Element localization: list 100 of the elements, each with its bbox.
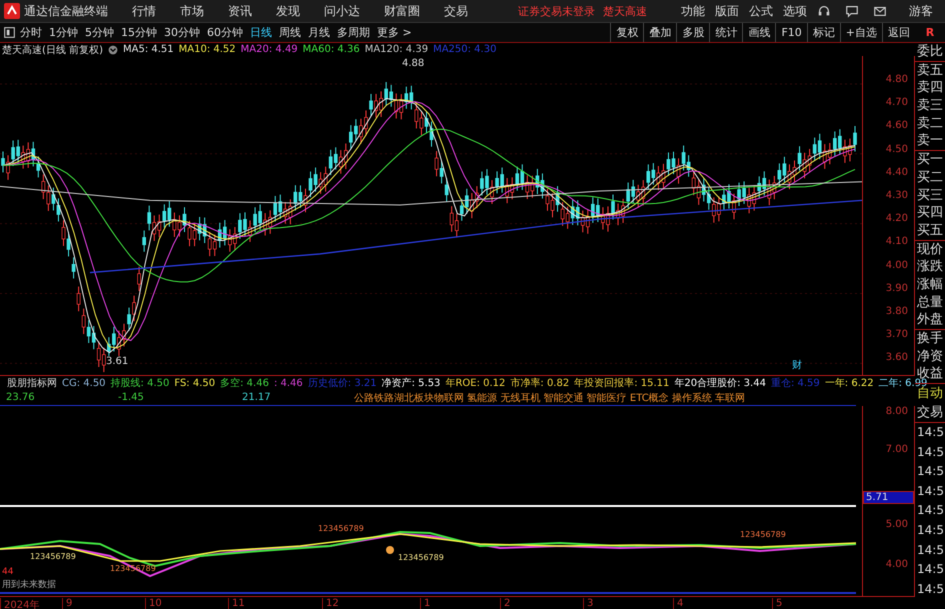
signal-label: 123456789 <box>318 524 364 533</box>
menu-item[interactable]: 财富圈 <box>384 2 420 20</box>
indicator-value: 年投资回报率: 15.11 <box>574 376 670 390</box>
signal-label: 123456789 <box>398 552 444 562</box>
chat-icon[interactable] <box>845 4 859 18</box>
indicator-value: 年20合理股价: 3.44 <box>674 377 766 390</box>
low-price-label: 3.61 <box>106 356 128 367</box>
price-axis-label: 3.60 <box>884 351 909 366</box>
menu-item[interactable]: 版面 <box>715 2 739 20</box>
period-tab[interactable]: 5分钟 <box>85 25 114 40</box>
moving-average-value: MA250: 4.30 <box>433 44 496 55</box>
finance-marker[interactable]: 财 <box>792 358 802 372</box>
moving-average-value: MA60: 4.36 <box>302 44 360 55</box>
indicator-value: -1.45 <box>118 392 145 404</box>
quote-label: 卖三 <box>916 97 944 115</box>
moving-average-value: MA10: 4.52 <box>178 44 236 55</box>
date-axis-label: 12 <box>322 598 339 609</box>
indicator-axis-label: 7.00 <box>886 444 908 455</box>
quote-label: 卖二 <box>916 114 944 132</box>
toolbar-button[interactable]: 返回 <box>882 23 915 42</box>
period-tab[interactable]: 多周期 <box>337 25 370 40</box>
menu-item[interactable]: 资讯 <box>228 2 252 20</box>
high-price-label: 4.88 <box>402 58 424 69</box>
quote-label: 卖五 <box>915 60 945 80</box>
panel-toggle-icon[interactable] <box>4 27 15 38</box>
menu-item[interactable]: 功能 <box>681 2 705 20</box>
price-axis-label: 4.20 <box>884 212 909 226</box>
price-axis-label: 4.60 <box>884 119 909 134</box>
date-axis-label: 5 <box>772 598 782 609</box>
signal-count-label: 44 <box>2 566 14 577</box>
trade-time: 14:5 <box>916 482 945 500</box>
price-axis-label: 3.90 <box>884 282 909 296</box>
menu-item[interactable]: 选项 <box>783 2 807 20</box>
login-status[interactable]: 证券交易未登录 <box>518 4 595 18</box>
quote-label: 买二 <box>916 168 944 186</box>
toolbar-button[interactable]: 叠加 <box>643 23 676 42</box>
toolbar-button[interactable]: F10 <box>775 23 807 42</box>
quote-label: 涨幅 <box>916 276 944 294</box>
period-tab[interactable]: 60分钟 <box>207 25 243 40</box>
indicator-axis-label: 8.00 <box>886 406 908 417</box>
date-axis-label: 11 <box>228 598 245 609</box>
price-axis-label: 4.40 <box>884 166 909 180</box>
period-tab[interactable]: 更多 > <box>377 25 412 40</box>
indicator-name: 股朋指标网 <box>7 376 57 390</box>
moving-average-value: MA20: 4.49 <box>240 44 298 55</box>
toolbar-button[interactable]: 多股 <box>676 23 710 42</box>
period-tab[interactable]: 30分钟 <box>164 25 200 40</box>
quote-label: 卖四 <box>916 79 944 98</box>
period-tab[interactable]: 1分钟 <box>49 25 78 40</box>
period-tab[interactable]: 周线 <box>279 25 301 40</box>
toolbar-button[interactable]: +自选 <box>840 23 882 42</box>
period-tab[interactable]: 15分钟 <box>121 25 157 40</box>
indicator-value: 历史低价: 3.21 <box>308 376 377 390</box>
date-axis-label: 1 <box>420 598 430 609</box>
price-axis-label: 4.70 <box>884 96 909 110</box>
trade-time: 14:5 <box>916 522 945 540</box>
user-label[interactable]: 游客 <box>909 2 933 20</box>
moving-average-value: MA5: 4.51 <box>122 44 174 55</box>
chevron-icon[interactable] <box>108 44 118 54</box>
indicator-value: 重仓: 4.59 <box>770 376 820 390</box>
price-axis-label: 4.30 <box>884 188 909 203</box>
toolbar-button[interactable]: 统计 <box>709 23 742 42</box>
period-tab[interactable]: 分时 <box>20 25 42 40</box>
trade-time: 14:5 <box>916 463 945 480</box>
indicator-value: 市净率: 0.82 <box>510 376 570 390</box>
price-axis-label: 3.80 <box>884 304 909 319</box>
menu-item[interactable]: 交易 <box>444 2 468 20</box>
price-axis-label: 4.00 <box>884 258 909 272</box>
quote-label: 现价 <box>915 240 945 258</box>
stock-name: 楚天高速 <box>603 4 647 18</box>
quote-label: 总量 <box>916 294 944 312</box>
trade-time: 14:5 <box>916 542 945 559</box>
indicator-axis-label: 5.71 <box>863 490 914 504</box>
trade-time: 14:5 <box>916 502 945 520</box>
menu-item[interactable]: 发现 <box>276 2 300 20</box>
menu-item[interactable]: 市场 <box>180 2 204 20</box>
app-title: 通达信金融终端 <box>24 2 108 20</box>
signal-dot <box>386 546 394 554</box>
indicator-value: 年ROE: 0.12 <box>445 377 506 390</box>
toolbar-button[interactable]: 复权 <box>610 23 644 42</box>
indicator-value: 23.76 <box>6 392 36 404</box>
menu-item[interactable]: 问小达 <box>324 2 360 20</box>
chart-title: 楚天高速(日线 前复权) <box>2 44 103 56</box>
signal-label: 123456789 <box>30 552 76 561</box>
quote-label: 委比 <box>916 43 944 61</box>
indicator-value: 持股线: 4.50 <box>110 376 170 390</box>
menu-item[interactable]: 行情 <box>132 2 156 20</box>
date-axis-label: 10 <box>145 598 162 609</box>
toolbar-button[interactable]: 画线 <box>742 23 776 42</box>
toolbar-button[interactable]: 标记 <box>806 23 840 42</box>
indicator-value: 21.17 <box>242 392 272 404</box>
price-axis-label: 4.50 <box>884 142 909 157</box>
quote-label: 卖一 <box>916 132 944 150</box>
moving-average-value: MA120: 4.39 <box>364 44 428 55</box>
period-tab[interactable]: 月线 <box>308 25 330 40</box>
menu-item[interactable]: 公式 <box>749 2 773 20</box>
mail-icon[interactable] <box>873 4 887 18</box>
period-tab[interactable]: 日线 <box>250 25 272 40</box>
headset-icon[interactable] <box>817 4 831 18</box>
corner-label[interactable]: R <box>915 26 945 39</box>
